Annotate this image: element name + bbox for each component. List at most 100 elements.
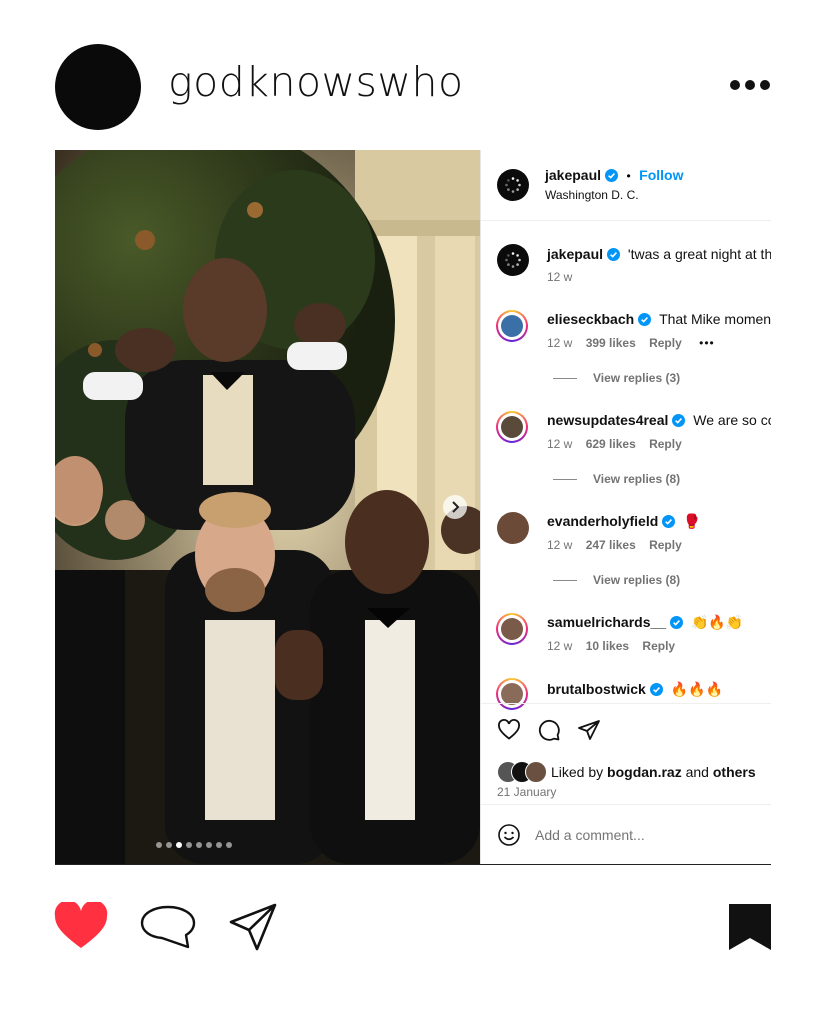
- view-replies-label: View replies (8): [593, 573, 681, 587]
- verified-icon: [670, 616, 684, 629]
- comment-text: 🔥🔥🔥: [670, 681, 723, 697]
- share-icon[interactable]: [577, 718, 601, 742]
- comment-text: We are so cooked: [693, 412, 771, 428]
- caption-time[interactable]: 12 w: [547, 270, 572, 284]
- avatar[interactable]: [496, 613, 528, 645]
- caption: jakepaul 'twas a great night at the Whit…: [547, 246, 771, 262]
- comment-meta: 12 w 629 likes Reply: [547, 437, 682, 451]
- comment-input[interactable]: [535, 823, 755, 847]
- comment-time[interactable]: 12 w: [547, 639, 572, 653]
- reply-button[interactable]: Reply: [649, 538, 682, 552]
- comment-username[interactable]: newsupdates4real: [547, 412, 668, 428]
- carousel-dot: [216, 842, 222, 848]
- comment-likes[interactable]: 10 likes: [586, 639, 629, 653]
- photo-illustration: [55, 150, 480, 864]
- comment: evanderholyfield 🥊: [547, 513, 701, 530]
- more-icon[interactable]: [730, 80, 770, 90]
- chevron-right-icon: [452, 501, 460, 513]
- comment-time[interactable]: 12 w: [547, 538, 572, 552]
- comment-likes[interactable]: 247 likes: [586, 538, 636, 552]
- avatar[interactable]: [497, 512, 529, 544]
- comment-icon[interactable]: [140, 904, 196, 950]
- avatar[interactable]: [496, 411, 528, 443]
- liked-by-user[interactable]: bogdan.raz: [607, 764, 682, 780]
- view-replies-button[interactable]: View replies (8): [553, 472, 680, 486]
- comment-text: 🥊: [683, 513, 701, 529]
- carousel-dot: [156, 842, 162, 848]
- avatar[interactable]: [497, 244, 529, 276]
- post-location[interactable]: Washington D. C.: [545, 188, 639, 202]
- panel-actions: Liked by bogdan.raz and others 21 Januar…: [481, 703, 771, 804]
- carousel-dot: [186, 842, 192, 848]
- comment-likes[interactable]: 629 likes: [586, 437, 636, 451]
- header-username[interactable]: jakepaul: [545, 167, 601, 183]
- verified-icon: [638, 313, 652, 326]
- carousel-indicator: [156, 842, 232, 848]
- header-separator: •: [626, 169, 631, 183]
- avatar[interactable]: [496, 310, 528, 342]
- embedded-screenshot: jakepaul • Follow Washington D. C. jakep…: [55, 150, 771, 865]
- comment: samuelrichards__ 👏🔥👏: [547, 614, 743, 631]
- reply-button[interactable]: Reply: [642, 639, 675, 653]
- comment: brutalbostwick 🔥🔥🔥: [547, 681, 723, 698]
- reply-button[interactable]: Reply: [649, 437, 682, 451]
- verified-icon: [672, 414, 686, 427]
- view-replies-label: View replies (3): [593, 371, 681, 385]
- comment-meta: 12 w 10 likes Reply: [547, 639, 675, 653]
- carousel-dot: [226, 842, 232, 848]
- comment-username[interactable]: brutalbostwick: [547, 681, 646, 697]
- view-replies-button[interactable]: View replies (3): [553, 371, 680, 385]
- verified-icon: [605, 169, 619, 182]
- verified-icon: [662, 515, 676, 528]
- carousel-dot: [206, 842, 212, 848]
- post-header: godknowswho: [0, 0, 826, 150]
- loading-icon: [505, 252, 521, 268]
- view-replies-label: View replies (8): [593, 472, 681, 486]
- follow-button[interactable]: Follow: [639, 167, 683, 183]
- comment-icon[interactable]: [537, 718, 561, 742]
- comment-username[interactable]: evanderholyfield: [547, 513, 658, 529]
- liked-by-prefix: Liked by: [551, 764, 604, 780]
- caption-text: 'twas a great night at the White House: [627, 246, 771, 262]
- comment-username[interactable]: elieseckbach: [547, 311, 634, 327]
- post-actions: [0, 880, 826, 980]
- comment-meta: 12 w 399 likes Reply •••: [547, 336, 715, 350]
- loading-icon: [505, 177, 521, 193]
- comment: elieseckbach That Mike moment was legend…: [547, 311, 771, 327]
- bookmark-icon[interactable]: [729, 904, 771, 950]
- carousel-dot-active: [176, 842, 182, 848]
- comment-meta: 12 w 247 likes Reply: [547, 538, 682, 552]
- post-photo[interactable]: [55, 150, 480, 864]
- comment-time[interactable]: 12 w: [547, 437, 572, 451]
- comment-likes[interactable]: 399 likes: [586, 336, 636, 350]
- reply-button[interactable]: Reply: [649, 336, 682, 350]
- post-username[interactable]: godknowswho: [168, 58, 464, 106]
- more-icon[interactable]: •••: [699, 336, 715, 350]
- comment-text: 👏🔥👏: [690, 614, 744, 630]
- avatar[interactable]: [55, 44, 141, 130]
- liked-by-others[interactable]: others: [713, 764, 756, 780]
- comment-time[interactable]: 12 w: [547, 336, 572, 350]
- caption-username[interactable]: jakepaul: [547, 246, 603, 262]
- panel-header: jakepaul • Follow Washington D. C.: [481, 150, 771, 221]
- carousel-next-button[interactable]: [443, 495, 467, 519]
- emoji-icon[interactable]: [497, 823, 521, 847]
- comment-box: [481, 804, 771, 864]
- comment-text: That Mike moment was legendary: [659, 311, 771, 327]
- heart-icon[interactable]: [497, 718, 521, 742]
- carousel-dot: [196, 842, 202, 848]
- comment: newsupdates4real We are so cooked: [547, 412, 771, 428]
- avatar[interactable]: [497, 169, 529, 201]
- heart-icon[interactable]: [54, 902, 108, 950]
- carousel-dot: [166, 842, 172, 848]
- liked-by: Liked by bogdan.raz and others: [551, 764, 756, 780]
- verified-icon: [607, 248, 621, 261]
- comment-username[interactable]: samuelrichards__: [547, 614, 666, 630]
- view-replies-button[interactable]: View replies (8): [553, 573, 680, 587]
- liked-by-middle: and: [685, 764, 709, 780]
- liked-by-avatars: [497, 761, 549, 783]
- verified-icon: [649, 683, 663, 696]
- comments-panel: jakepaul • Follow Washington D. C. jakep…: [480, 150, 771, 864]
- share-icon[interactable]: [228, 902, 278, 952]
- post-date[interactable]: 21 January: [497, 785, 556, 799]
